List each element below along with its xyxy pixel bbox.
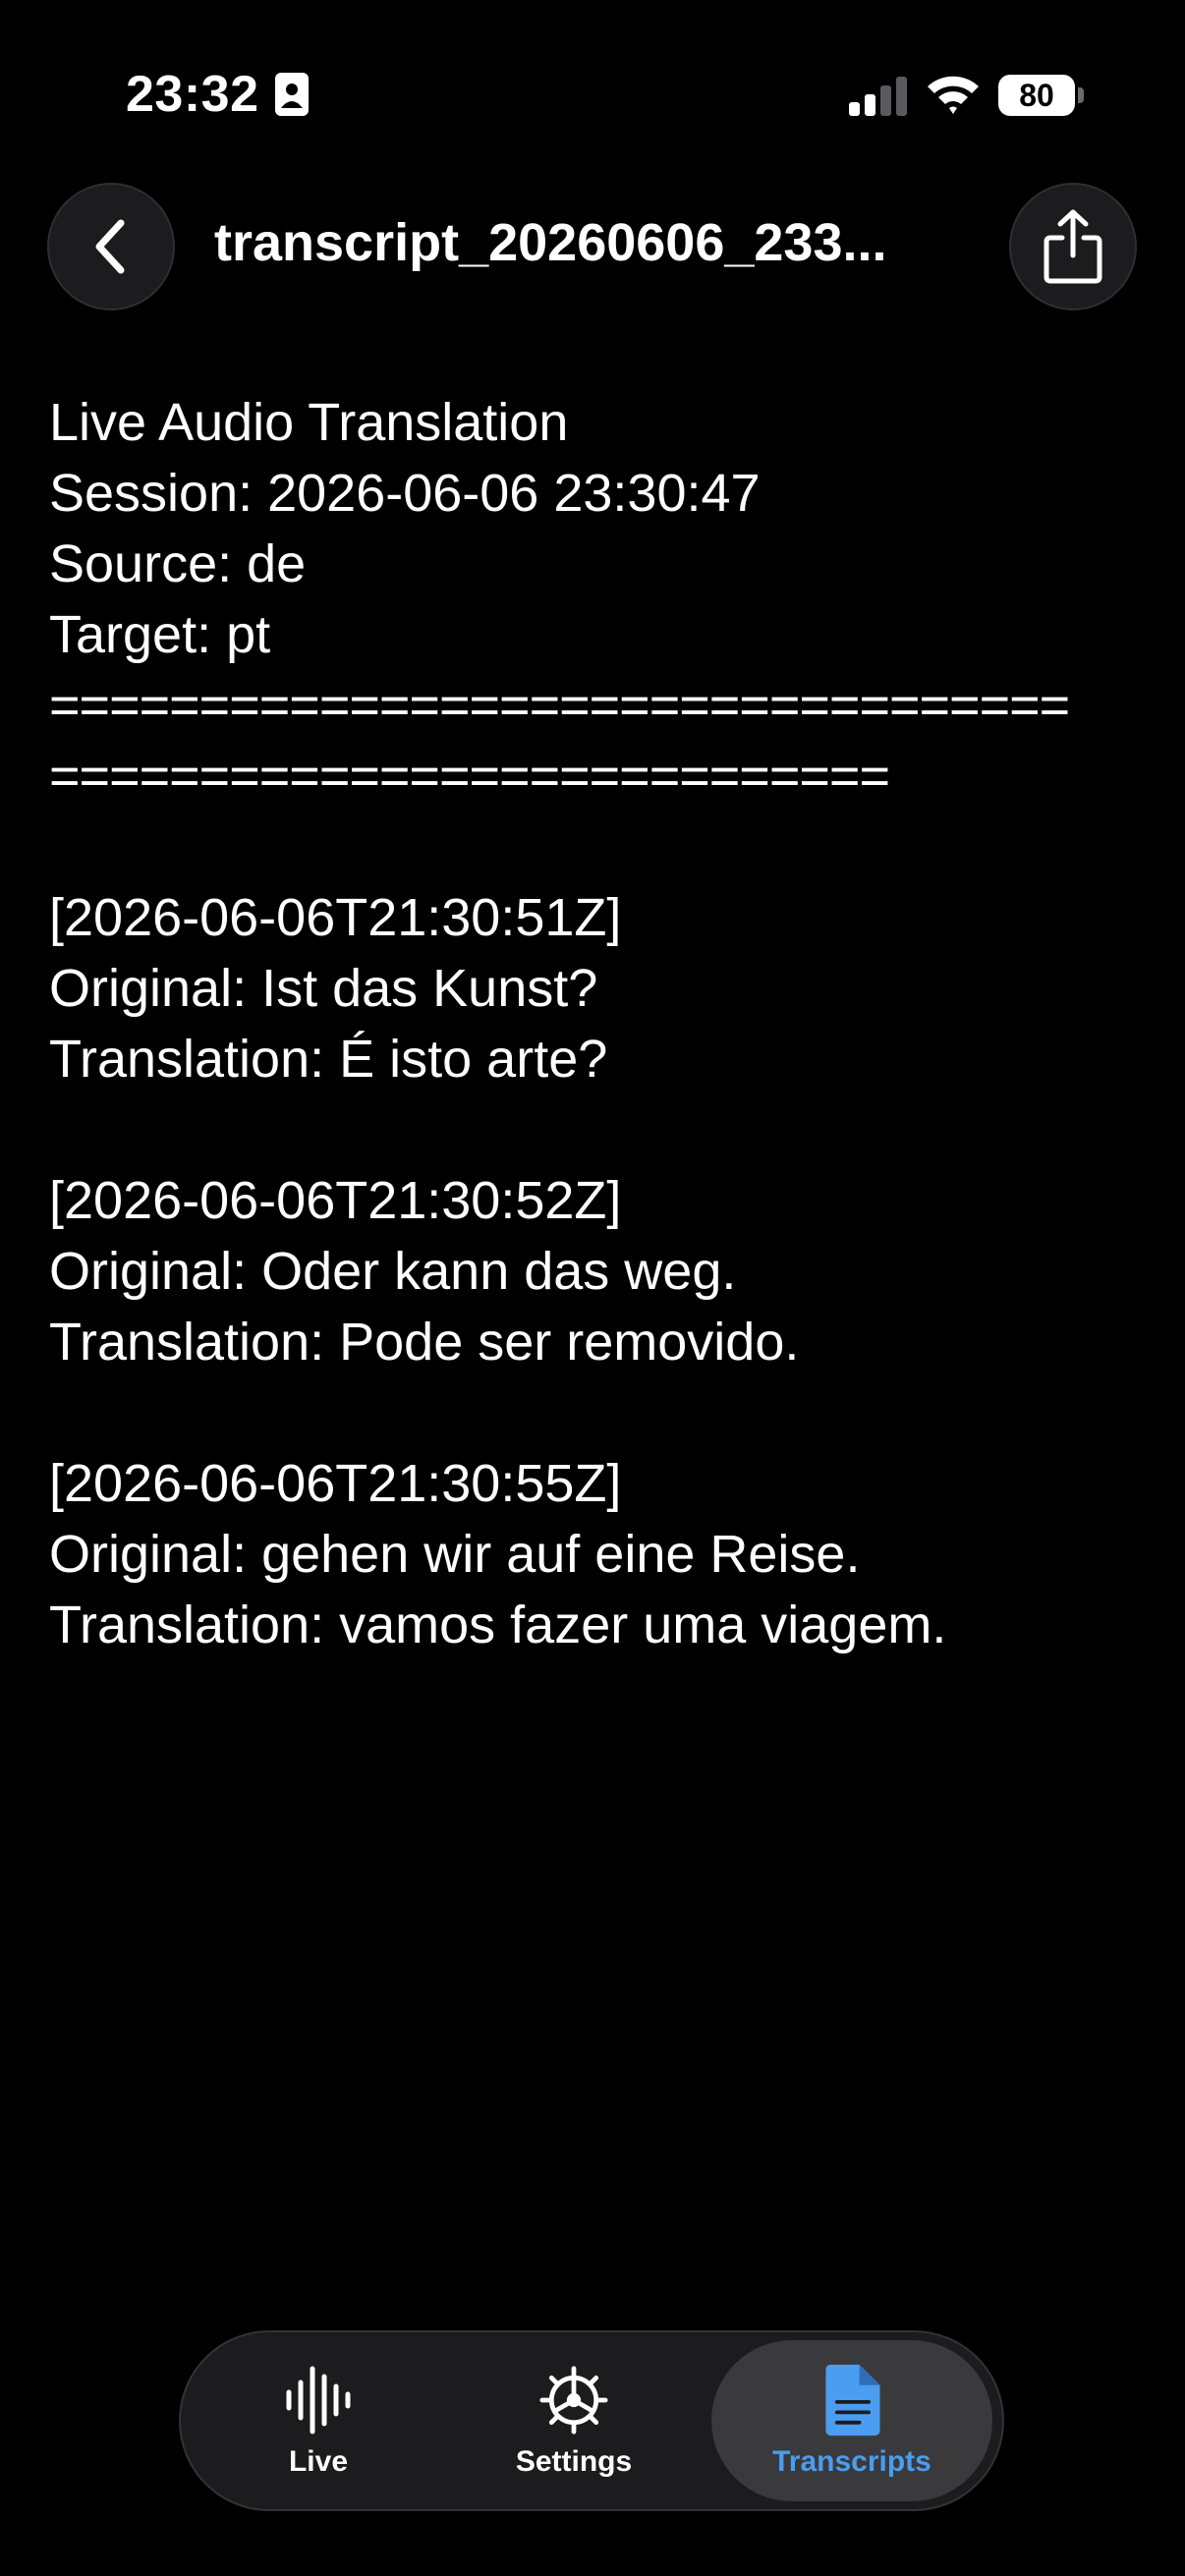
transcript-entry: [2026-06-06T21:30:55Z] Original: gehen w… bbox=[49, 1448, 1140, 1660]
source-line: Source: de bbox=[49, 534, 307, 593]
battery-indicator: 80 bbox=[998, 75, 1084, 116]
share-icon bbox=[1044, 209, 1102, 284]
entry-translation: Translation: Pode ser removido. bbox=[49, 1313, 800, 1372]
battery-level: 80 bbox=[1019, 77, 1054, 113]
transcript-entry: [2026-06-06T21:30:52Z] Original: Oder ka… bbox=[49, 1165, 1140, 1377]
navigation-header: transcript_20260606_233... bbox=[0, 183, 1185, 310]
tab-transcripts[interactable]: Transcripts bbox=[711, 2340, 992, 2501]
tab-transcripts-label: Transcripts bbox=[772, 2445, 931, 2478]
separator-line: ================================== bbox=[49, 676, 1070, 735]
target-line: Target: pt bbox=[49, 605, 271, 664]
tab-live-label: Live bbox=[288, 2445, 349, 2478]
entry-original: Original: Oder kann das weg. bbox=[49, 1242, 737, 1301]
contact-card-icon bbox=[275, 73, 309, 116]
cellular-signal-icon bbox=[849, 77, 907, 116]
gear-icon bbox=[539, 2366, 608, 2435]
transcript-entry: [2026-06-06T21:30:51Z] Original: Ist das… bbox=[49, 882, 1140, 1094]
document-icon bbox=[825, 2364, 880, 2436]
entry-original: Original: Ist das Kunst? bbox=[49, 959, 598, 1018]
separator-line: ============================ bbox=[49, 747, 890, 806]
tab-bar: Live Settings Transcripts bbox=[179, 2330, 1004, 2511]
tab-live[interactable]: Live bbox=[220, 2340, 417, 2501]
battery-icon: 80 bbox=[998, 75, 1075, 116]
tab-settings[interactable]: Settings bbox=[476, 2340, 672, 2501]
entry-timestamp: [2026-06-06T21:30:51Z] bbox=[49, 888, 622, 947]
status-bar: 23:32 80 bbox=[0, 0, 1185, 187]
page-title: transcript_20260606_233... bbox=[214, 213, 887, 272]
share-button[interactable] bbox=[1009, 183, 1137, 310]
entry-timestamp: [2026-06-06T21:30:52Z] bbox=[49, 1171, 622, 1230]
wifi-icon bbox=[928, 76, 979, 114]
transcript-heading: Live Audio Translation bbox=[49, 393, 569, 452]
back-button[interactable] bbox=[47, 183, 175, 310]
chevron-left-icon bbox=[95, 219, 125, 274]
entry-translation: Translation: É isto arte? bbox=[49, 1030, 608, 1089]
tab-settings-label: Settings bbox=[515, 2445, 633, 2478]
transcript-content: Live Audio Translation Session: 2026-06-… bbox=[49, 387, 1140, 1660]
entry-translation: Translation: vamos fazer uma viagem. bbox=[49, 1596, 947, 1654]
entry-timestamp: [2026-06-06T21:30:55Z] bbox=[49, 1454, 622, 1513]
session-line: Session: 2026-06-06 23:30:47 bbox=[49, 464, 761, 523]
entry-original: Original: gehen wir auf eine Reise. bbox=[49, 1525, 861, 1584]
status-time: 23:32 bbox=[126, 66, 259, 123]
waveform-icon bbox=[286, 2366, 351, 2435]
